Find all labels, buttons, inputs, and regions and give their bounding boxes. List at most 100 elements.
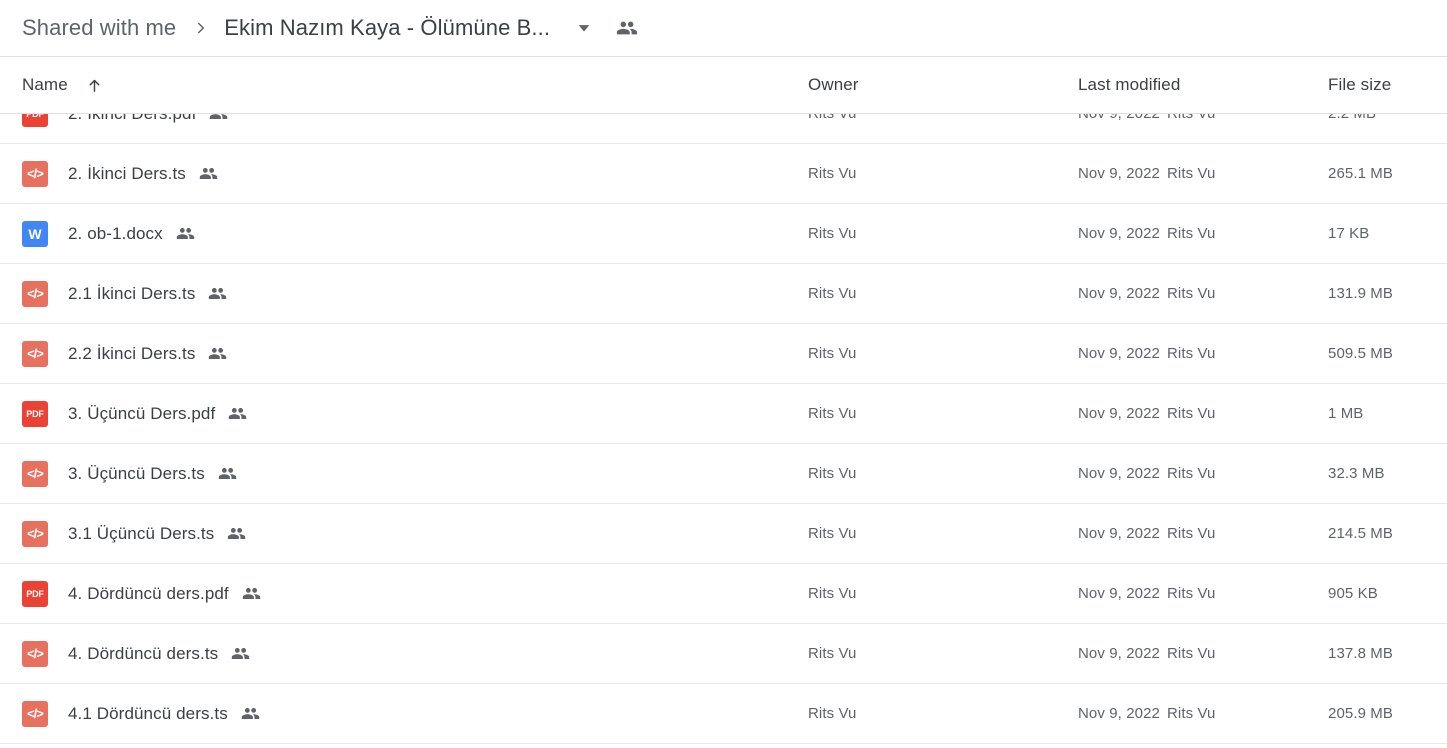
arrow-up-icon[interactable] [86, 77, 103, 94]
file-owner-cell: Rits Vu [808, 645, 857, 662]
file-modified-by: Rits Vu [1167, 285, 1216, 302]
file-name-cell[interactable]: </> 3.1 Üçüncü Ders.ts [0, 520, 808, 547]
file-size-cell: 265.1 MB [1328, 165, 1394, 182]
file-last-modified-cell: Nov 9, 2022 Rits Vu [1078, 225, 1328, 242]
file-name-cell[interactable]: </> 4. Dördüncü ders.ts [0, 640, 808, 667]
file-type-badge: </> [27, 526, 44, 541]
file-size-cell: 137.8 MB [1328, 645, 1394, 662]
table-row[interactable]: </> 3. Üçüncü Ders.ts Rits Vu Nov 9, 2022 Ri… [0, 444, 1447, 504]
file-modified-by: Rits Vu [1167, 585, 1216, 602]
column-header-name[interactable]: Name [0, 75, 808, 95]
people-icon[interactable] [208, 344, 227, 363]
breadcrumb-current-folder[interactable]: Ekim Nazım Kaya - Ölümüne B... [224, 15, 550, 41]
file-list[interactable]: PDF 2. İkinci Ders.pdf Rits Vu Nov 9, 2022 R… [0, 114, 1447, 748]
breadcrumb-root-link[interactable]: Shared with me [22, 15, 176, 41]
breadcrumb: Shared with me Ekim Nazım Kaya - Ölümüne… [0, 0, 1447, 56]
file-name-cell[interactable]: </> 2.1 İkinci Ders.ts [0, 280, 808, 307]
people-icon[interactable] [218, 464, 237, 483]
file-modified-date: Nov 9, 2022 [1078, 225, 1160, 242]
people-icon[interactable] [208, 284, 227, 303]
file-modified-by: Rits Vu [1167, 705, 1216, 722]
people-icon[interactable] [176, 224, 195, 243]
file-modified-date: Nov 9, 2022 [1078, 285, 1160, 302]
file-name-cell[interactable]: PDF 4. Dördüncü ders.pdf [0, 580, 808, 607]
file-type-badge: </> [27, 166, 44, 181]
people-icon[interactable] [241, 704, 260, 723]
file-last-modified-cell: Nov 9, 2022 Rits Vu [1078, 645, 1328, 662]
table-row[interactable]: </> 4.1 Dördüncü ders.ts Rits Vu Nov 9, 202… [0, 684, 1447, 744]
code-file-icon: </> [22, 160, 48, 187]
file-last-modified-cell: Nov 9, 2022 Rits Vu [1078, 165, 1328, 182]
file-name-cell[interactable]: </> 2.2 İkinci Ders.ts [0, 340, 808, 367]
column-header-file-size[interactable]: File size [1328, 75, 1447, 95]
pdf-file-icon: PDF [22, 400, 48, 427]
file-modified-by: Rits Vu [1167, 525, 1216, 542]
file-name-cell[interactable]: </> 3. Üçüncü Ders.ts [0, 460, 808, 487]
file-modified-date: Nov 9, 2022 [1078, 645, 1160, 662]
file-size-cell: 1 MB [1328, 405, 1364, 422]
people-icon[interactable] [231, 644, 250, 663]
table-row[interactable]: PDF 4. Dördüncü ders.pdf Rits Vu Nov 9, 202… [0, 564, 1447, 624]
file-last-modified-cell: Nov 9, 2022 Rits Vu [1078, 705, 1328, 722]
file-name-cell[interactable]: </> 4.1 Dördüncü ders.ts [0, 700, 808, 727]
file-size-cell: 2.2 MB [1328, 114, 1447, 122]
file-owner-cell: Rits Vu [808, 585, 857, 602]
file-modified-date: Nov 9, 2022 [1078, 165, 1160, 182]
file-name-cell[interactable]: PDF 2. İkinci Ders.pdf [0, 114, 808, 127]
people-icon[interactable] [227, 524, 246, 543]
file-owner-cell: Rits Vu [808, 705, 857, 722]
table-row[interactable]: PDF2. İkinci Ders.pdfRits VuNov 9, 2022R… [0, 114, 1447, 144]
column-header-owner[interactable]: Owner [808, 75, 1078, 95]
people-icon[interactable] [209, 114, 228, 123]
code-file-icon: </> [22, 460, 48, 487]
people-icon[interactable] [242, 584, 261, 603]
file-type-badge: PDF [26, 114, 44, 119]
code-file-icon: </> [22, 700, 48, 727]
file-owner-cell: Rits Vu [808, 345, 857, 362]
file-modified-by: Rits Vu [1167, 465, 1216, 482]
word-file-icon: W [22, 220, 48, 247]
code-file-icon: </> [22, 340, 48, 367]
file-name-label: 2.1 İkinci Ders.ts [68, 283, 196, 303]
file-modified-date: Nov 9, 2022 [1078, 114, 1160, 122]
table-row[interactable]: </> 3.1 Üçüncü Ders.ts Rits Vu Nov 9, 2022 R… [0, 504, 1447, 564]
chevron-down-icon[interactable] [572, 16, 596, 40]
file-type-badge: </> [27, 346, 44, 361]
column-header-last-modified[interactable]: Last modified [1078, 75, 1328, 95]
file-type-badge: W [28, 225, 42, 242]
table-row[interactable]: PDF 3. Üçüncü Ders.pdf Rits Vu Nov 9, 2022 R… [0, 384, 1447, 444]
file-type-badge: </> [27, 466, 44, 481]
people-icon[interactable] [228, 404, 247, 423]
file-modified-date: Nov 9, 2022 [1078, 705, 1160, 722]
file-name-label: 3. Üçüncü Ders.pdf [68, 403, 216, 423]
file-size-cell: 17 KB [1328, 225, 1370, 242]
file-owner-cell: Rits Vu [808, 225, 857, 242]
file-modified-by: Rits Vu [1167, 225, 1216, 242]
file-name-cell[interactable]: </> 2. İkinci Ders.ts [0, 160, 808, 187]
file-owner-cell: Rits Vu [808, 165, 857, 182]
file-name-label: 2. ob-1.docx [68, 223, 163, 243]
file-name-cell[interactable]: W 2. ob-1.docx [0, 220, 808, 247]
table-row[interactable]: </> 2.1 İkinci Ders.ts Rits Vu Nov 9, 2022 R… [0, 264, 1447, 324]
table-row[interactable]: W 2. ob-1.docx Rits Vu Nov 9, 2022 Rits Vu 17… [0, 204, 1447, 264]
file-name-label: 3. Üçüncü Ders.ts [68, 463, 205, 483]
file-last-modified-cell: Nov 9, 2022 Rits Vu [1078, 465, 1328, 482]
pdf-file-icon: PDF [22, 114, 48, 127]
file-size-cell: 32.3 MB [1328, 465, 1385, 482]
file-modified-by: Rits Vu [1167, 645, 1216, 662]
table-row[interactable]: </> 2. İkinci Ders.ts Rits Vu Nov 9, 2022 Ri… [0, 144, 1447, 204]
people-icon[interactable] [614, 15, 640, 41]
file-name-cell[interactable]: PDF 3. Üçüncü Ders.pdf [0, 400, 808, 427]
file-size-cell: 205.9 MB [1328, 705, 1394, 722]
file-type-badge: </> [27, 706, 44, 721]
file-name-label: 2. İkinci Ders.pdf [68, 114, 196, 124]
file-modified-by: Rits Vu [1167, 405, 1216, 422]
file-last-modified-cell: Nov 9, 2022 Rits Vu [1078, 405, 1328, 422]
file-last-modified-cell: Nov 9, 2022 Rits Vu [1078, 525, 1328, 542]
people-icon[interactable] [199, 164, 218, 183]
file-modified-date: Nov 9, 2022 [1078, 345, 1160, 362]
table-row[interactable]: </> 4. Dördüncü ders.ts Rits Vu Nov 9, 2022… [0, 624, 1447, 684]
table-row[interactable]: </> 2.2 İkinci Ders.ts Rits Vu Nov 9, 2022 R… [0, 324, 1447, 384]
file-name-label: 4. Dördüncü ders.pdf [68, 583, 229, 603]
file-name-label: 3.1 Üçüncü Ders.ts [68, 523, 215, 543]
